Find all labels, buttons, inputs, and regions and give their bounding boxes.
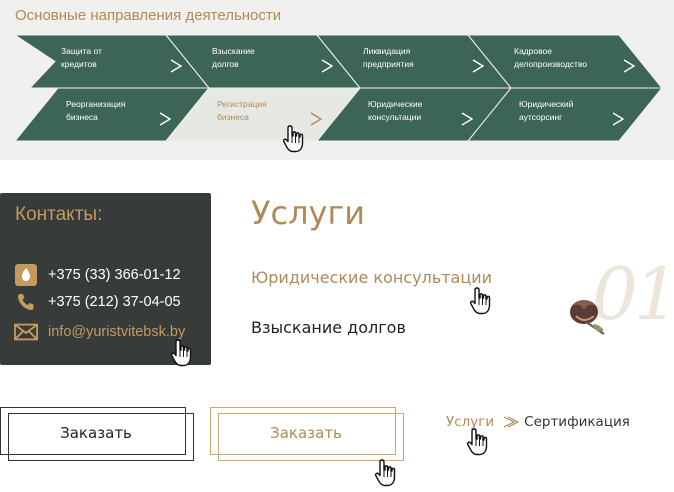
chevron-label-row1-0: Защита от кредитов [61, 46, 102, 69]
breadcrumb-current: Сертификация [524, 414, 630, 430]
phone-2-text: +375 (212) 37-04-05 [48, 294, 181, 310]
contact-phone-1[interactable]: +375 (33) 366-01-12 [14, 263, 181, 287]
chevron-label-row2-2: Юридические консультации [368, 99, 423, 122]
chevron-strip [13, 34, 664, 142]
activities-banner: Основные направления деятельности Защита… [0, 0, 674, 160]
services-title: Услуги [251, 194, 366, 232]
chevron-label-row1-3: Кадровое делопроизводство [514, 46, 588, 69]
envelope-icon [14, 320, 38, 344]
order-button-gold-label: Заказать [270, 424, 342, 442]
chevron-label-row1-2: Ликвидация предприятия [363, 46, 414, 69]
dried-flower-icon [570, 300, 605, 335]
phone-1-text: +375 (33) 366-01-12 [48, 267, 181, 283]
chevron-right-icon [503, 416, 520, 428]
email-link[interactable]: info@yuristvitebsk.by [48, 324, 185, 340]
hand-pointer-icon [170, 338, 196, 368]
order-button-gold[interactable]: Заказать [210, 407, 404, 461]
phone-icon [14, 290, 38, 314]
hand-pointer-icon [466, 427, 492, 457]
hand-pointer-icon [282, 124, 308, 154]
mts-operator-icon [14, 263, 38, 287]
service-link-debt-collection[interactable]: Взыскание долгов [251, 318, 406, 337]
chevron-label-row1-1: Взыскание долгов [212, 46, 255, 69]
chevron-label-row2-0: Реорганизация бизнеса [66, 99, 126, 122]
contact-email[interactable]: info@yuristvitebsk.by [14, 320, 185, 344]
contacts-title: Контакты: [15, 204, 103, 225]
order-button-dark[interactable]: Заказать [0, 407, 194, 461]
chevron-label-row2-1: Регистрация бизнеса [217, 99, 267, 122]
order-button-dark-label: Заказать [60, 424, 132, 442]
service-link-legal-consulting[interactable]: Юридические консультации [251, 268, 492, 287]
chevron-label-row2-3: Юридический аутсорсинг [519, 99, 574, 122]
contact-phone-2[interactable]: +375 (212) 37-04-05 [14, 290, 181, 314]
hand-pointer-icon [374, 458, 400, 488]
hand-pointer-icon [469, 286, 495, 316]
